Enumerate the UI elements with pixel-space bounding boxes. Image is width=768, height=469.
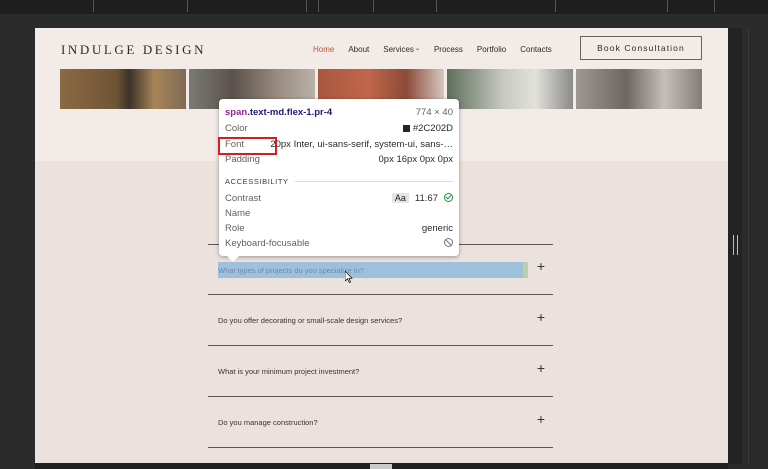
chevron-down-icon: ⌄ xyxy=(414,46,420,52)
gallery-image[interactable] xyxy=(447,69,573,109)
gallery-image[interactable] xyxy=(60,69,186,109)
contrast-ratio: 11.67 xyxy=(414,193,438,204)
faq-question: Do you manage construction? xyxy=(218,418,318,427)
color-label: Color xyxy=(225,123,248,134)
plus-icon[interactable]: + xyxy=(537,259,545,273)
faq-list: What types of projects do you specialize… xyxy=(208,244,553,448)
nav-home[interactable]: Home xyxy=(313,45,334,54)
accessibility-section-title: ACCESSIBILITY xyxy=(225,177,453,186)
faq-question: What is your minimum project investment? xyxy=(218,367,360,376)
faq-item[interactable]: What is your minimum project investment?… xyxy=(208,346,553,397)
nav-services[interactable]: Services⌄ xyxy=(383,45,420,54)
element-dimensions: 774 × 40 xyxy=(415,107,453,118)
padding-label: Padding xyxy=(225,154,260,165)
color-swatch-icon xyxy=(402,125,410,132)
plus-icon[interactable]: + xyxy=(537,361,545,375)
keyboard-value xyxy=(444,238,453,249)
accessibility-title: ACCESSIBILITY xyxy=(225,177,289,186)
color-hex: #2C202D xyxy=(412,123,453,134)
contrast-value: Aa 11.67 xyxy=(391,193,453,204)
inspector-header: span.text-md.flex-1.pr-4 774 × 40 xyxy=(225,107,453,118)
inspector-role-row: Role generic xyxy=(225,223,453,234)
role-value: generic xyxy=(421,223,453,234)
strip-tick xyxy=(436,0,437,12)
nav-services-label: Services xyxy=(383,45,414,54)
nav-contacts[interactable]: Contacts xyxy=(520,45,552,54)
padding-value: 0px 16px 0px 0px xyxy=(378,154,453,165)
section-divider xyxy=(294,181,453,182)
inspector-color-row: Color #2C202D xyxy=(225,123,453,134)
selector-tag: span xyxy=(225,107,248,118)
strip-tick xyxy=(187,0,188,12)
plus-icon[interactable]: + xyxy=(537,412,545,426)
faq-item[interactable]: Do you manage construction? + xyxy=(208,397,553,448)
role-label: Role xyxy=(225,223,245,234)
devtools-inspect-tooltip: span.text-md.flex-1.pr-4 774 × 40 Color … xyxy=(219,99,459,262)
contrast-badge: Aa xyxy=(391,193,409,203)
strip-tick xyxy=(93,0,94,12)
strip-tick xyxy=(306,0,307,12)
inspector-name-row: Name xyxy=(225,208,453,219)
strip-tick xyxy=(667,0,668,12)
inspector-keyboard-row: Keyboard-focusable xyxy=(225,238,453,249)
strip-tick xyxy=(555,0,556,12)
gallery-image[interactable] xyxy=(576,69,702,109)
strip-tick xyxy=(373,0,374,12)
inspector-contrast-row: Contrast Aa 11.67 xyxy=(225,193,453,204)
not-allowed-icon xyxy=(444,238,453,247)
strip-tick xyxy=(318,0,319,12)
color-value: #2C202D xyxy=(402,123,453,134)
font-value: 20px Inter, ui-sans-serif, system-ui, sa… xyxy=(270,139,453,150)
keyboard-label: Keyboard-focusable xyxy=(225,238,310,249)
element-selector: span.text-md.flex-1.pr-4 xyxy=(225,107,332,118)
gutter-line xyxy=(748,28,749,464)
book-consultation-button[interactable]: Book Consultation xyxy=(580,36,702,60)
contrast-label: Contrast xyxy=(225,193,261,204)
faq-question: What types of projects do you specialize… xyxy=(218,266,364,275)
strip-tick xyxy=(714,0,715,12)
annotation-highlight-box xyxy=(218,137,277,155)
plus-icon[interactable]: + xyxy=(537,310,545,324)
nav-portfolio[interactable]: Portfolio xyxy=(477,45,506,54)
name-label: Name xyxy=(225,208,251,219)
brand-logo[interactable]: INDULGE DESIGN xyxy=(61,42,206,58)
devtools-top-strip xyxy=(0,0,768,14)
bottom-handle[interactable] xyxy=(370,464,392,469)
nav-about[interactable]: About xyxy=(348,45,369,54)
faq-item[interactable]: Do you offer decorating or small-scale d… xyxy=(208,295,553,346)
selector-class: .text-md.flex-1.pr-4 xyxy=(247,107,333,118)
faq-question: Do you offer decorating or small-scale d… xyxy=(218,316,403,325)
nav-process[interactable]: Process xyxy=(434,45,463,54)
inspect-highlight-padding xyxy=(523,262,528,278)
resize-handle-icon[interactable] xyxy=(733,235,738,255)
mouse-cursor-icon xyxy=(345,271,353,283)
check-circle-icon xyxy=(444,193,453,202)
inspector-padding-row: Padding 0px 16px 0px 0px xyxy=(225,154,453,165)
main-nav: Home About Services⌄ Process Portfolio C… xyxy=(313,45,566,54)
